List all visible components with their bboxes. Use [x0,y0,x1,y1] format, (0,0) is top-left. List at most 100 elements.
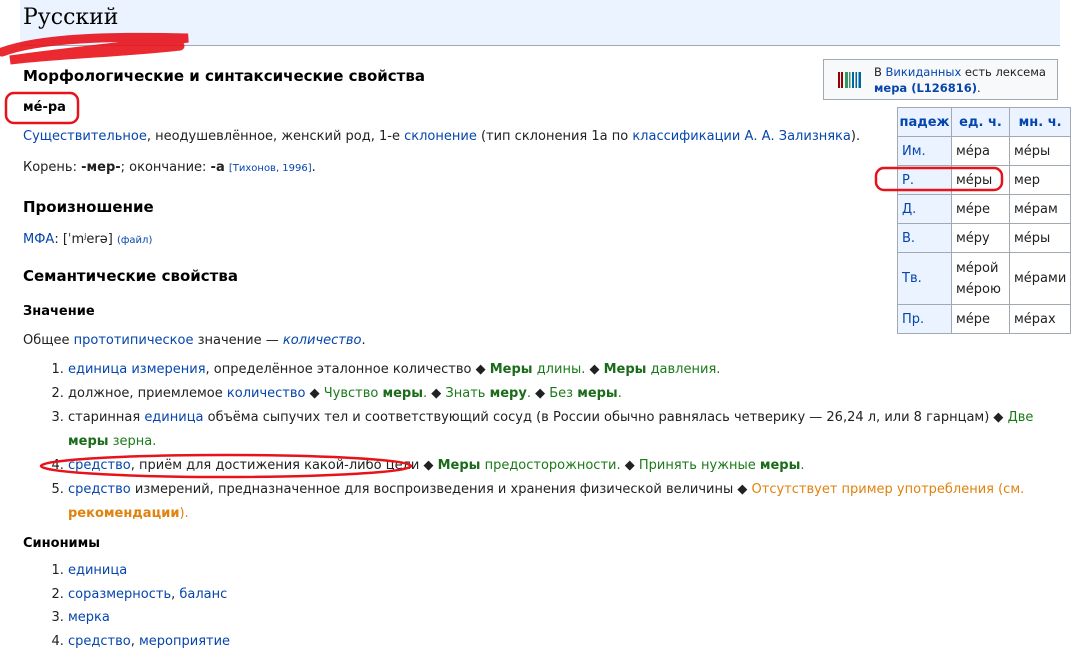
synonym-link[interactable]: мерка [68,610,110,625]
header-singular: ед. ч. [951,107,1010,137]
cell-sg: ме́ре [951,304,1010,334]
example-keyword: меры [382,386,423,401]
def-link[interactable]: единица [144,410,203,425]
cell-sg: ме́ры [951,165,1010,195]
example-sep: ◆ [585,362,604,377]
prototypical-link[interactable]: прототипическое [74,333,194,348]
example-sep: ◆ [427,386,446,401]
root-line: Корень: -мер-; окончание: -а [Тихонов, 1… [23,160,316,175]
case-genitive[interactable]: Р. [897,165,952,195]
case-instrumental[interactable]: Тв. [897,252,952,305]
ending-label: ; окончание: [120,160,211,175]
source-link[interactable]: [Тихонов, 1996] [229,163,312,174]
pos-link[interactable]: Существительное [23,129,147,144]
pos-rest: , неодушевлённое, женский род, 1-е [146,129,405,144]
synonym-link[interactable]: соразмерность [68,587,171,602]
source-end: . [311,160,316,175]
table-row: Им. ме́ра ме́ры [897,136,1072,166]
ending-value: -а [210,160,225,175]
list-item: средство измерений, предназначенное для … [68,478,1058,526]
example-keyword: Меры [603,362,647,377]
synonym-link[interactable]: средство [68,634,131,649]
cell-pl: ме́ры [1008,136,1072,166]
example-text: Знать [445,386,490,401]
definitions-list: единица измерения, определённое эталонно… [30,358,1058,526]
header-plural: мн. ч. [1008,107,1072,137]
synonym-sep: , [130,633,139,649]
def-text: , определённое эталонное количество ◆ [205,362,490,377]
case-nominative[interactable]: Им. [897,136,952,166]
list-item: соразмерность, баланс [68,583,230,607]
wikidata-end: . [977,81,981,95]
wikidata-box: В Викиданных есть лексема мера (L126816)… [823,59,1058,100]
def-pre: старинная [68,410,145,425]
example-sep: ◆ [530,386,550,401]
quantity-link[interactable]: количество [283,333,362,348]
ipa-link[interactable]: МФА [23,232,54,247]
recommendations-link[interactable]: рекомендации [68,506,179,521]
table-row: Тв. ме́рой ме́рою ме́рами [897,252,1072,305]
example-text: Принять нужные [638,458,760,473]
example-text: Чувство [323,386,383,401]
example-text: предосторожности. [480,458,621,473]
synonyms-list: единица соразмерность, баланс мерка сред… [30,559,230,653]
table-row: Р. ме́ры мер [897,165,1072,195]
list-item: старинная единица объёма сыпучих тел и с… [68,406,1058,454]
def-text: , приём для достижения какой-либо цели ◆ [130,458,438,473]
def-pre: должное, приемлемое [68,386,227,401]
morph-description: Существительное, неодушевлённое, женский… [23,129,860,144]
general-end: . [361,333,366,348]
synonym-link[interactable]: единица [68,563,127,578]
headword: ме́-ра [23,100,66,115]
cell-sg: ме́ру [951,223,1010,253]
example-keyword: меру [489,386,527,401]
def-text: ◆ [305,386,324,401]
cell-pl: ме́рами [1008,252,1072,305]
list-item: средство, приём для достижения какой-либ… [68,454,1058,478]
list-item: средство, мероприятие [68,630,230,654]
synonym-link[interactable]: баланс [179,587,227,602]
missing-example-text: Отсутствует пример употребления (см. [751,482,1025,497]
root-value: -мер- [81,160,121,175]
def-link[interactable]: количество [227,386,306,401]
table-row: Д. ме́ре ме́рам [897,194,1072,224]
zaliznyak-link[interactable]: классификации А. А. Зализняка [632,129,851,144]
synonym-link[interactable]: мероприятие [139,634,230,649]
example-text: длины. [532,362,586,377]
def-text: измерений, предназначенное для воспроизв… [130,482,752,497]
general-pre: Общее [23,333,74,348]
case-dative[interactable]: Д. [897,194,952,224]
declension-table: падеж ед. ч. мн. ч. Им. ме́ра ме́ры Р. м… [897,107,1072,334]
missing-example-end: ). [179,506,189,521]
example-text: . [800,458,805,473]
example-text: зерна. [108,434,157,449]
meaning-heading: Значение [23,304,95,319]
lexeme-link[interactable]: мера (L126816) [874,81,977,95]
synonyms-heading: Синонимы [23,536,101,551]
example-text: Без [549,386,578,401]
audio-file-link[interactable]: (файл) [117,235,152,246]
def-text: объёма сыпучих тел и соответствующий сос… [203,410,1008,425]
header-case: падеж [897,107,952,137]
ipa-text: : [ˈmʲerə] [54,232,113,247]
semantic-heading: Семантические свойства [23,267,238,285]
case-prepositional[interactable]: Пр. [897,304,952,334]
declension-link[interactable]: склонение [404,129,477,144]
def-link[interactable]: единица измерения [68,362,206,377]
example-keyword: Меры [489,362,533,377]
pron-heading: Произношение [23,198,154,216]
def-link[interactable]: средство [68,458,131,473]
language-header: Русский [20,0,1060,46]
general-mid: значение — [193,333,283,348]
case-accusative[interactable]: В. [897,223,952,253]
type-end: ). [850,129,861,144]
cell-sg: ме́ра [951,136,1010,166]
example-text: . [617,386,622,401]
example-keyword: меры [577,386,618,401]
general-meaning: Общее прототипическое значение — количес… [23,333,366,348]
list-item: единица измерения, определённое эталонно… [68,358,1058,382]
root-label: Корень: [23,160,82,175]
def-link[interactable]: средство [68,482,131,497]
wikidata-barcode-icon [838,72,861,88]
wikidata-link[interactable]: Викиданных [886,65,962,79]
